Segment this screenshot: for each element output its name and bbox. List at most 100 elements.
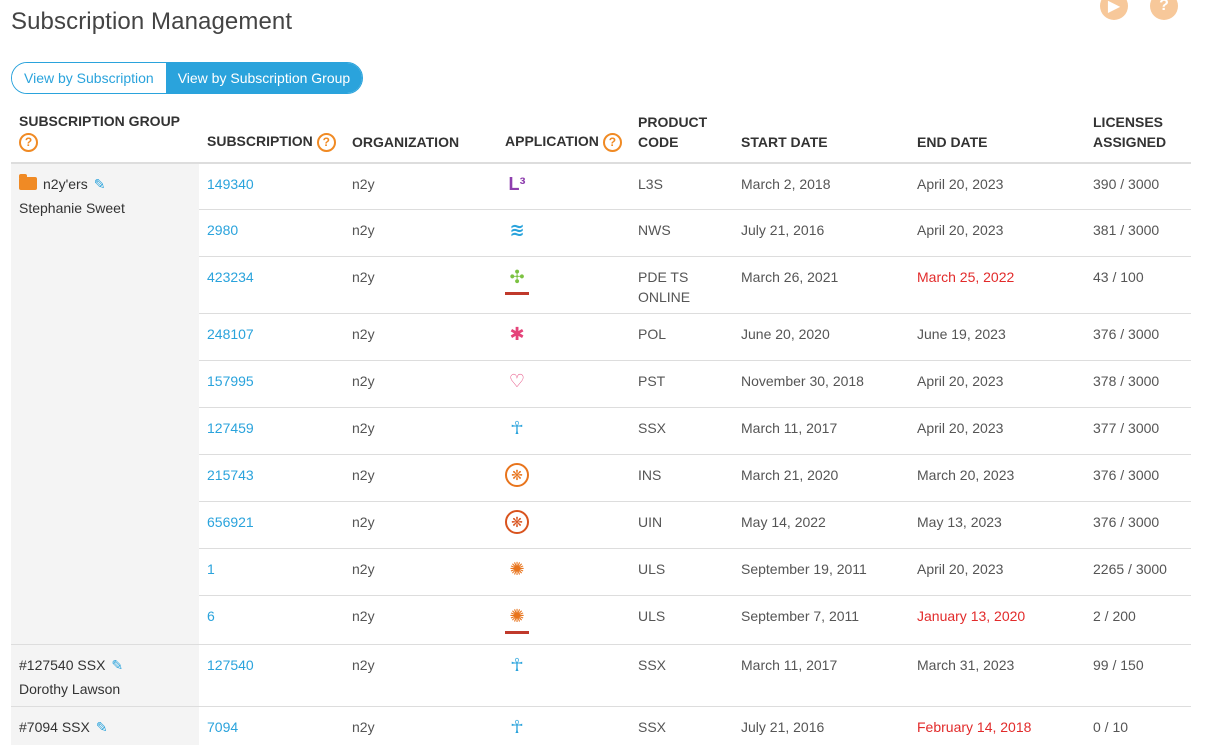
start-date-cell: June 20, 2020 [733, 313, 909, 362]
licenses-cell: 376 / 3000 [1085, 501, 1191, 550]
subscription-cell: 127540 [199, 644, 344, 708]
subscription-link[interactable]: 423234 [207, 269, 254, 285]
column-header-organization[interactable]: ORGANIZATION [344, 111, 497, 164]
subscription-link[interactable]: 1 [207, 561, 215, 577]
organization-cell: n2y [344, 360, 497, 409]
product-code-cell: UIN [630, 501, 733, 550]
group-name-line: n2y'ers ✎ [19, 174, 191, 194]
product-code-cell: SSX [630, 706, 733, 745]
organization-cell: n2y [344, 501, 497, 550]
l3-icon: L³ [508, 173, 526, 194]
positivity-icon: ✣ [505, 265, 529, 296]
start-date-cell: July 21, 2016 [733, 209, 909, 258]
product-code-cell: NWS [630, 209, 733, 258]
subscription-link[interactable]: 215743 [207, 467, 254, 483]
subscription-link[interactable]: 656921 [207, 514, 254, 530]
organization-cell: n2y [344, 209, 497, 258]
product-code-cell: SSX [630, 407, 733, 456]
licenses-cell: 2265 / 3000 [1085, 548, 1191, 597]
subscription-cell: 215743 [199, 454, 344, 503]
play-icon[interactable]: ▶ [1100, 0, 1128, 20]
subscription-link[interactable]: 7094 [207, 719, 238, 735]
organization-cell: n2y [344, 706, 497, 745]
subscription-link[interactable]: 157995 [207, 373, 254, 389]
group-name-line: #7094 SSX ✎ [19, 717, 191, 737]
organization-cell: n2y [344, 644, 497, 708]
organization-cell: n2y [344, 162, 497, 211]
application-cell: ♡ [497, 360, 630, 409]
table-body: n2y'ers ✎ Stephanie Sweet 149340 n2y L³ … [11, 162, 1191, 745]
subscription-cell: 248107 [199, 313, 344, 362]
end-date-cell: April 20, 2023 [909, 162, 1085, 211]
column-header-application[interactable]: APPLICATION? [497, 111, 630, 164]
folder-icon [19, 174, 37, 191]
subscription-cell: 6 [199, 595, 344, 646]
subscription-link[interactable]: 2980 [207, 222, 238, 238]
column-header-subscription[interactable]: SUBSCRIPTION? [199, 111, 344, 164]
group-name: #7094 SSX [19, 719, 90, 736]
subscription-cell: 157995 [199, 360, 344, 409]
start-date-cell: March 11, 2017 [733, 644, 909, 708]
group-owner: Stephanie Sweet [19, 199, 125, 216]
start-date-cell: July 21, 2016 [733, 706, 909, 745]
ssx-figure-icon: ☥ [510, 655, 524, 676]
end-date-cell: January 13, 2020 [909, 595, 1085, 646]
table-row: #7094 SSX ✎ 7094 n2y ☥ SSX July 21, 2016… [11, 706, 1191, 745]
subscription-cell: 2980 [199, 209, 344, 258]
application-cell: ❋ [497, 454, 630, 503]
organization-cell: n2y [344, 454, 497, 503]
page-title: Subscription Management [11, 8, 293, 35]
organization-cell: n2y [344, 256, 497, 315]
end-date-cell: April 20, 2023 [909, 407, 1085, 456]
application-cell: ✣ [497, 256, 630, 315]
application-cell: ≋ [497, 209, 630, 258]
subscription-link[interactable]: 149340 [207, 176, 254, 192]
subscription-link[interactable]: 127459 [207, 420, 254, 436]
uin-icon: ❋ [505, 510, 529, 535]
application-cell: ☥ [497, 706, 630, 745]
product-code-cell: PDE TS ONLINE [630, 256, 733, 315]
organization-cell: n2y [344, 595, 497, 646]
column-header-start-date[interactable]: START DATE [733, 111, 909, 164]
group-name: n2y'ers [43, 175, 88, 192]
subscription-cell: 149340 [199, 162, 344, 211]
help-icon[interactable]: ? [316, 132, 336, 152]
edit-pencil-icon[interactable]: ✎ [96, 717, 108, 737]
application-cell: L³ [497, 162, 630, 211]
application-cell: ☥ [497, 644, 630, 708]
view-by-subscription-button[interactable]: View by Subscription [12, 63, 166, 93]
subscription-link[interactable]: 248107 [207, 326, 254, 342]
group-cell: #127540 SSX ✎ Dorothy Lawson [11, 644, 199, 708]
column-header-group[interactable]: SUBSCRIPTION GROUP ? [11, 111, 199, 164]
organization-cell: n2y [344, 407, 497, 456]
header-icons: ▶ ? [1100, 0, 1178, 20]
end-date-cell: March 25, 2022 [909, 256, 1085, 315]
licenses-cell: 377 / 3000 [1085, 407, 1191, 456]
uls-icon: ✺ [509, 559, 525, 580]
product-code-cell: SSX [630, 644, 733, 708]
organization-cell: n2y [344, 548, 497, 597]
help-icon[interactable]: ? [19, 132, 38, 152]
news2you-icon: ≋ [509, 220, 525, 241]
uls-icon: ✺ [505, 604, 529, 635]
subscription-link[interactable]: 127540 [207, 657, 254, 673]
column-header-licenses[interactable]: LICENSES ASSIGNED [1085, 111, 1191, 164]
end-date-cell: April 20, 2023 [909, 548, 1085, 597]
table-row: #127540 SSX ✎ Dorothy Lawson 127540 n2y … [11, 644, 1191, 708]
ssx-figure-icon: ☥ [510, 717, 524, 738]
edit-pencil-icon[interactable]: ✎ [111, 655, 123, 675]
application-cell: ❋ [497, 501, 630, 550]
view-by-group-button[interactable]: View by Subscription Group [165, 63, 363, 93]
help-icon[interactable]: ? [1150, 0, 1178, 20]
end-date-cell: May 13, 2023 [909, 501, 1085, 550]
help-icon[interactable]: ? [602, 132, 622, 152]
end-date-cell: February 14, 2018 [909, 706, 1085, 745]
subscription-link[interactable]: 6 [207, 608, 215, 624]
column-header-end-date[interactable]: END DATE [909, 111, 1085, 164]
licenses-cell: 378 / 3000 [1085, 360, 1191, 409]
column-header-product-code[interactable]: PRODUCT CODE [630, 111, 733, 164]
end-date-cell: March 20, 2023 [909, 454, 1085, 503]
view-toggle: View by Subscription View by Subscriptio… [11, 62, 364, 94]
start-date-cell: September 19, 2011 [733, 548, 909, 597]
edit-pencil-icon[interactable]: ✎ [94, 174, 106, 194]
